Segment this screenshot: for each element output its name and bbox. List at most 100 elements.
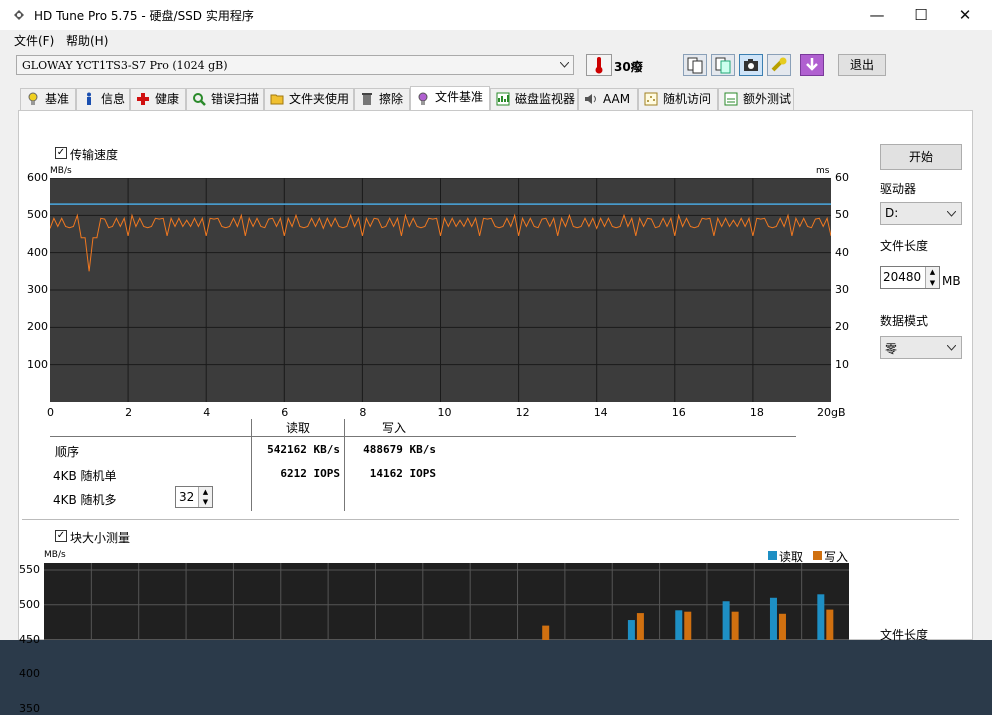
y2-tick-label: 60 [835, 171, 849, 184]
y-tick-label: 600 [27, 171, 48, 184]
tab-aam[interactable]: AAM [578, 88, 638, 110]
drive-letter-label: 驱动器 [880, 182, 917, 196]
x-tick-label: 8 [359, 406, 367, 419]
file-length-down-icon[interactable]: ▼ [925, 278, 939, 288]
x-tick-label: 16 [671, 406, 686, 419]
write-bar [542, 625, 550, 640]
y-tick-label: 100 [27, 357, 48, 371]
block-size-label: 块大小测量 [70, 531, 131, 545]
write-bar [684, 611, 692, 640]
menu-file[interactable]: 文件(F) [14, 32, 54, 49]
y-tick-label: 200 [27, 320, 48, 334]
tab-erase-label: 擦除 [379, 92, 404, 106]
y2-tick-label: 40 [835, 245, 849, 259]
menu-help[interactable]: 帮助(H) [66, 32, 108, 49]
tab-erase[interactable]: 擦除 [354, 88, 410, 110]
tab-health[interactable]: 健康 [130, 88, 186, 110]
tab-error-scan-label: 错误扫描 [211, 92, 260, 106]
minimize-button[interactable]: — [854, 0, 900, 30]
row-4kb-single-label: 4KB 随机单 [53, 469, 117, 483]
block-chart-unit: MB/s [44, 550, 66, 560]
block-y-tick-label: 550 [19, 562, 40, 576]
y2-tick-label: 50 [835, 208, 849, 222]
legend-read-swatch [768, 551, 777, 560]
file-length-label: 文件长度 [880, 239, 929, 253]
queue-depth-value: 32 [179, 490, 195, 504]
chart-left-unit: MB/s [50, 166, 72, 176]
transfer-speed-label: 传输速度 [70, 148, 119, 162]
thermometer-icon [595, 57, 603, 74]
tab-random-access[interactable]: 随机访问 [638, 88, 718, 110]
save-button[interactable] [800, 54, 824, 76]
block-y-tick-label: 450 [19, 632, 40, 646]
temperature-button[interactable] [586, 54, 612, 76]
write-bar [826, 609, 834, 640]
tab-disk-monitor-label: 磁盘监视器 [515, 92, 576, 106]
drive-letter-select[interactable]: D: [880, 202, 962, 225]
chevron-down-icon [560, 62, 569, 68]
tab-info[interactable]: 信息 [76, 88, 130, 110]
file-length-spinner[interactable]: 20480 ▲ ▼ [880, 266, 940, 289]
tab-benchmark-label: 基准 [45, 92, 70, 106]
chart-right-unit: ms [816, 166, 830, 176]
block-size-chart [44, 563, 849, 640]
file-length-value: 20480 [883, 270, 922, 284]
copy-icon [687, 57, 703, 74]
temperature-value: 30癈 [614, 60, 643, 74]
row-sequential-write: 488679 KB/s [363, 443, 436, 456]
random-access-icon [644, 92, 658, 106]
tab-disk-monitor[interactable]: 磁盘监视器 [490, 88, 578, 110]
menu-bar [0, 30, 992, 50]
transfer-speed-checkbox[interactable]: ✓ [55, 147, 67, 159]
results-header-rule [50, 436, 796, 437]
tab-extra-tests-label: 额外测试 [743, 92, 792, 106]
x-tick-label: 10 [437, 406, 452, 419]
tab-folder-usage-label: 文件夹使用 [289, 92, 350, 106]
row-4kb-single-write: 14162 IOPS [369, 467, 436, 480]
tab-folder-usage[interactable]: 文件夹使用 [264, 88, 354, 110]
block-y-tick-label: 500 [19, 597, 40, 611]
x-tick-label: 0 [47, 406, 54, 419]
maximize-button[interactable]: ☐ [898, 0, 944, 30]
app-logo-icon [14, 10, 24, 20]
screenshot-button[interactable] [739, 54, 763, 76]
y-tick-label: 500 [27, 208, 48, 222]
data-mode-value: 零 [885, 342, 898, 356]
results-divider-1 [251, 419, 252, 511]
x-tick-label: 18 [749, 406, 764, 419]
close-button[interactable]: ✕ [942, 0, 988, 30]
y-tick-label: 300 [27, 283, 48, 296]
copy-all-icon [715, 57, 731, 74]
queue-depth-down-icon[interactable]: ▼ [198, 497, 212, 507]
read-bar [675, 610, 683, 640]
options-button[interactable] [767, 54, 791, 76]
exit-button[interactable]: 退出 [838, 54, 886, 76]
queue-depth-spinner[interactable]: 32 ▲ ▼ [175, 486, 213, 508]
wrench-icon [771, 57, 787, 72]
file-length-label-2: 文件长度 [880, 628, 929, 642]
erase-icon [362, 93, 372, 105]
copy-info-button[interactable] [683, 54, 707, 76]
drive-select-value: GLOWAY YCT1TS3-S7 Pro (1024 gB) [22, 59, 228, 72]
data-mode-select[interactable]: 零 [880, 336, 962, 359]
tab-file-benchmark[interactable]: 文件基准 [410, 86, 490, 111]
results-divider-2 [344, 419, 345, 511]
legend-write-swatch [813, 551, 822, 560]
read-bar [769, 597, 777, 640]
block-size-checkbox[interactable]: ✓ [55, 530, 67, 542]
row-sequential-read: 542162 KB/s [267, 443, 340, 456]
write-bar [778, 613, 786, 640]
x-tick-label: 2 [125, 406, 133, 419]
drive-select[interactable]: GLOWAY YCT1TS3-S7 Pro (1024 gB) [16, 55, 574, 75]
drive-letter-value: D: [885, 206, 899, 220]
tab-error-scan[interactable]: 错误扫描 [186, 88, 264, 110]
tab-benchmark[interactable]: 基准 [20, 88, 76, 110]
file-length-unit: MB [942, 274, 961, 288]
x-tick-label: 6 [281, 406, 289, 419]
tab-extra-tests[interactable]: 额外测试 [718, 88, 794, 110]
read-bar [722, 601, 730, 640]
copy-all-button[interactable] [711, 54, 735, 76]
start-button[interactable]: 开始 [880, 144, 962, 170]
benchmark-icon [28, 92, 38, 105]
results-col-read: 读取 [286, 421, 311, 435]
